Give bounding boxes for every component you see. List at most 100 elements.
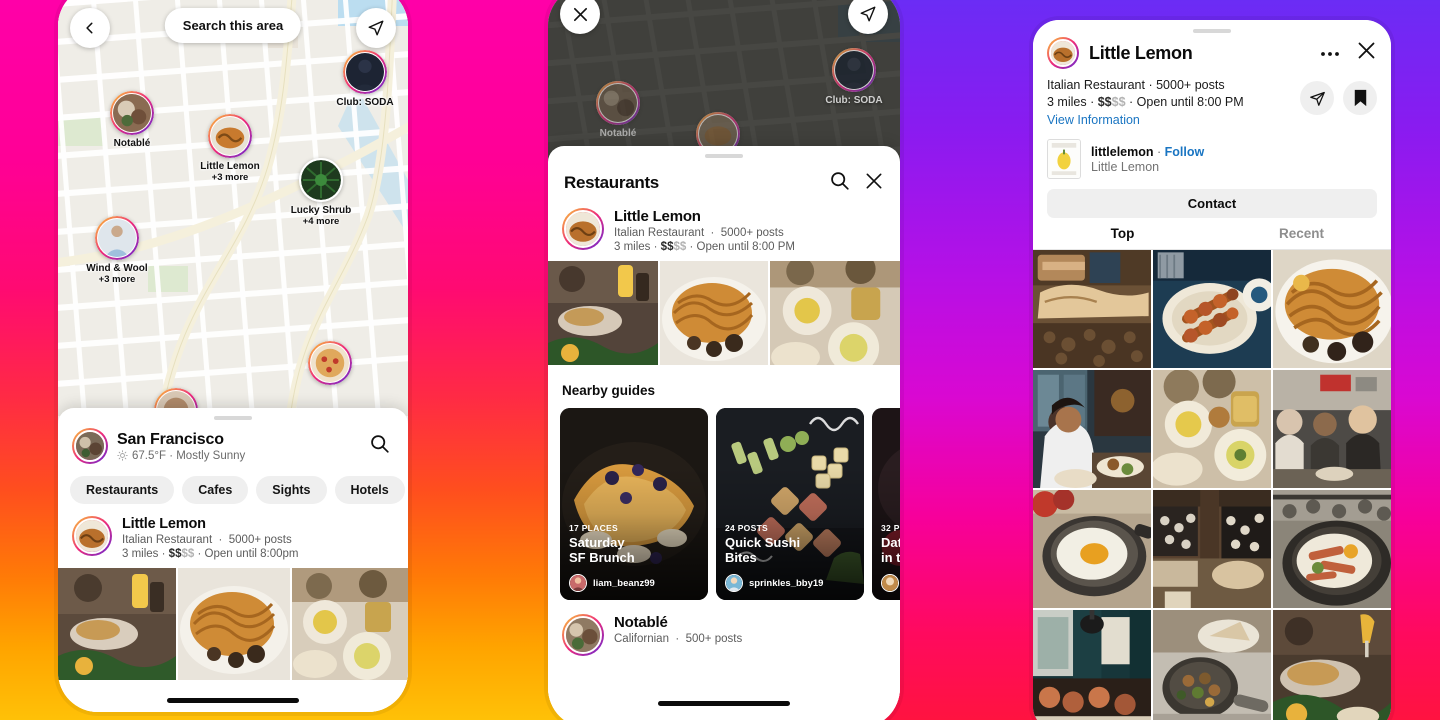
map-pin-label: Club: SODA xyxy=(825,95,883,106)
place-photo-strip[interactable] xyxy=(58,568,408,680)
grid-item-egg-pan[interactable] xyxy=(1033,490,1151,608)
category-chips[interactable]: Restaurants Cafes Sights Hotels xyxy=(58,476,408,504)
place-photo-3[interactable] xyxy=(292,568,408,680)
phone-1-bottom-sheet[interactable]: San Francisco 67.5°F · Mostly Sunny Rest… xyxy=(58,408,408,712)
grid-item-woman-eating[interactable] xyxy=(1033,370,1151,488)
contact-button[interactable]: Contact xyxy=(1047,189,1377,218)
map-back-button[interactable] xyxy=(70,8,110,48)
city-avatar[interactable] xyxy=(72,428,108,464)
place-name: Little Lemon xyxy=(614,208,701,225)
grid-item-mezze-plates[interactable] xyxy=(1153,370,1271,488)
grid-item-skillet-bacon[interactable] xyxy=(1273,490,1391,608)
sheet-grabber[interactable] xyxy=(1193,29,1231,33)
map-pin-notable[interactable]: Notablé xyxy=(563,81,673,139)
guide-count: 24 POSTS xyxy=(725,523,769,533)
place-photo-2[interactable] xyxy=(178,568,290,680)
info-row: Italian Restaurant · 5000+ posts 3 miles… xyxy=(1047,77,1377,127)
separator: · xyxy=(1129,95,1137,109)
phone-2-screen: Notablé Club: SODA Restaurants Little Le… xyxy=(548,0,900,720)
nearby-guides-carousel[interactable]: 17 PLACES Saturday SF Brunch liam_beanz9… xyxy=(548,408,900,600)
guide-card-saturday-sf-brunch[interactable]: 17 PLACES Saturday SF Brunch liam_beanz9… xyxy=(560,408,708,600)
photo-grid[interactable] xyxy=(1033,250,1391,720)
guide-card-quick-sushi-bites[interactable]: 24 POSTS Quick Sushi Bites sprinkles_bby… xyxy=(716,408,864,600)
search-icon xyxy=(831,172,849,190)
place-hours: Open until 8:00 PM xyxy=(1136,95,1244,109)
place-photo-strip[interactable] xyxy=(548,261,900,365)
city-info: San Francisco 67.5°F · Mostly Sunny xyxy=(72,428,245,464)
grid-item-restaurant-bar[interactable] xyxy=(1153,490,1271,608)
map-pin-avatar xyxy=(832,48,876,92)
place-hours: Open until 8:00 PM xyxy=(696,241,795,253)
navigate-arrow-icon xyxy=(860,6,876,22)
sheet-grabber[interactable] xyxy=(705,154,743,158)
map-locate-button[interactable] xyxy=(356,8,396,48)
place-category-line: Italian Restaurant · 5000+ posts xyxy=(614,227,795,239)
grid-item-kebab-plate[interactable] xyxy=(1153,250,1271,368)
save-button[interactable] xyxy=(1343,81,1377,115)
guide-author-avatar xyxy=(725,574,743,592)
sheet-close-button[interactable] xyxy=(864,171,884,196)
place-photo-1[interactable] xyxy=(548,261,658,365)
map-pin-avatar xyxy=(299,158,343,202)
place-row-notable[interactable]: Notablé Californian · 500+ posts xyxy=(548,600,900,656)
grid-item-brunch-table[interactable] xyxy=(1273,610,1391,720)
grid-item-crowd-dining[interactable] xyxy=(1273,370,1391,488)
phone-2-bottom-sheet[interactable]: Restaurants Little Lemon Italian Restaur… xyxy=(548,146,900,720)
account-display-name: Little Lemon xyxy=(1091,159,1160,174)
chip-sights[interactable]: Sights xyxy=(256,476,327,504)
sheet-search-button[interactable] xyxy=(829,170,850,196)
place-category: Italian Restaurant xyxy=(1047,78,1145,92)
place-category-line: Californian · 500+ posts xyxy=(614,633,742,645)
account-row[interactable]: littlelemon · Follow Little Lemon xyxy=(1047,139,1377,179)
place-avatar[interactable] xyxy=(562,614,604,656)
chip-restaurants[interactable]: Restaurants xyxy=(70,476,175,504)
content-tabs[interactable]: Top Recent xyxy=(1033,226,1391,250)
map-pin-club-soda[interactable]: Club: SODA xyxy=(310,50,408,108)
guide-author[interactable] xyxy=(881,574,900,592)
grid-item-skillet-veg[interactable] xyxy=(1153,610,1271,720)
grid-item-pasta-bowl[interactable] xyxy=(1273,250,1391,368)
place-name: Notablé xyxy=(614,614,668,631)
place-row-little-lemon[interactable]: Little Lemon Italian Restaurant · 5000+ … xyxy=(58,504,408,568)
place-hours: Open until 8:00pm xyxy=(204,548,299,560)
sheet-grabber[interactable] xyxy=(214,416,252,420)
account-handle[interactable]: littlelemon xyxy=(1091,145,1154,159)
map-pin-unnamed-pizza[interactable] xyxy=(275,341,385,385)
sheet-title: Restaurants xyxy=(564,173,659,192)
map-pin-notable[interactable]: Notablé xyxy=(77,91,187,149)
map-pin-label: Notablé xyxy=(599,128,637,139)
home-indicator xyxy=(167,698,299,703)
grid-item-bread-board[interactable] xyxy=(1033,250,1151,368)
tab-recent[interactable]: Recent xyxy=(1212,226,1391,249)
tab-top[interactable]: Top xyxy=(1033,226,1212,249)
chevron-left-icon xyxy=(86,22,93,34)
guide-author-name: sprinkles_bby19 xyxy=(749,577,824,589)
place-photo-2[interactable] xyxy=(660,261,768,365)
guide-author[interactable]: liam_beanz99 xyxy=(569,574,700,592)
map-pin-wind-and-wool[interactable]: Wind & Wool +3 more xyxy=(62,216,172,285)
more-options-button[interactable] xyxy=(1320,44,1340,62)
share-paper-plane-icon xyxy=(1309,91,1325,106)
guide-author[interactable]: sprinkles_bby19 xyxy=(725,574,856,592)
guide-card-date-night[interactable]: 32 PLACES Date Night in the City xyxy=(872,408,900,600)
chip-hotels[interactable]: Hotels xyxy=(334,476,405,504)
grid-item-cafe-interior[interactable] xyxy=(1033,610,1151,720)
place-avatar[interactable] xyxy=(1047,37,1079,69)
place-photo-1[interactable] xyxy=(58,568,176,680)
map-pin-lucky-shrub[interactable]: Lucky Shrub +4 more xyxy=(266,158,376,227)
view-information-link[interactable]: View Information xyxy=(1047,113,1244,127)
place-avatar[interactable] xyxy=(562,208,604,250)
close-button[interactable] xyxy=(1356,40,1377,66)
chip-cafes[interactable]: Cafes xyxy=(182,476,249,504)
place-avatar[interactable] xyxy=(72,516,112,556)
search-this-area-button[interactable]: Search this area xyxy=(164,8,302,43)
follow-button[interactable]: Follow xyxy=(1165,145,1205,159)
place-row-little-lemon[interactable]: Little Lemon Italian Restaurant · 5000+ … xyxy=(548,196,900,261)
place-photo-3[interactable] xyxy=(770,261,900,365)
map-canvas[interactable]: Search this area Notablé Little Lemon +3… xyxy=(58,0,408,416)
guide-title: Quick Sushi Bites xyxy=(725,535,801,565)
share-button[interactable] xyxy=(1300,81,1334,115)
map-pin-club-soda[interactable]: Club: SODA xyxy=(799,48,900,106)
sheet-search-button[interactable] xyxy=(365,429,394,463)
bookmark-icon xyxy=(1354,89,1366,107)
